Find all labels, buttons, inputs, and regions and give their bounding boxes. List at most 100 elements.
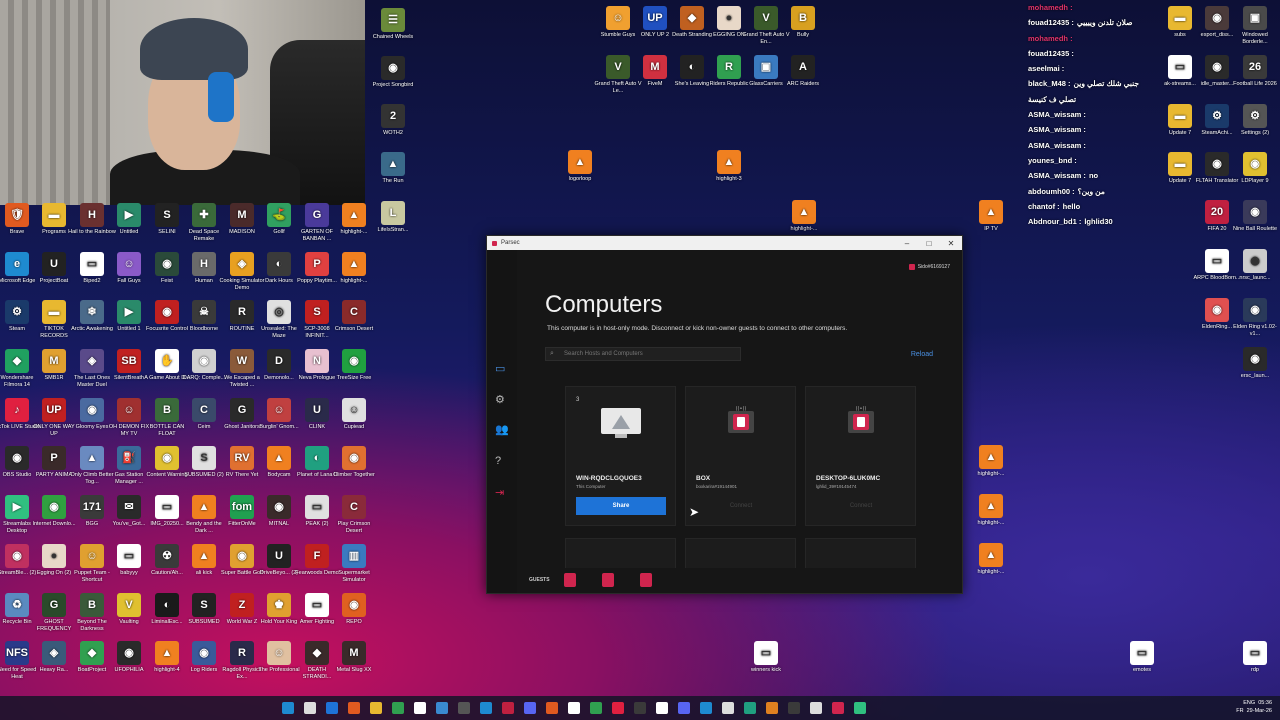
desktop-icon[interactable]: ◉ REPO (330, 593, 378, 626)
chat-message: ASMA_wissam : (1028, 138, 1158, 153)
desktop-icon[interactable]: ▲ highlight-... (967, 445, 1015, 478)
desktop-icon[interactable]: ▲ highlight-... (967, 494, 1015, 527)
desktop-icon[interactable]: ◉ Nine Ball Roulette (1231, 200, 1279, 233)
taskbar-app-icon[interactable] (590, 702, 602, 714)
share-button[interactable]: Share (576, 497, 666, 515)
desktop-icon[interactable]: ◉ Elden Ring v1.02-v1... (1231, 298, 1279, 337)
desktop-icon[interactable]: A ARC Raiders (779, 55, 827, 88)
taskbar-app-icon[interactable] (568, 702, 580, 714)
taskbar-app-icon[interactable] (414, 702, 426, 714)
app-icon: ◉ (1243, 347, 1267, 371)
taskbar-app-icon[interactable] (722, 702, 734, 714)
desktop-icon[interactable]: ☰ Chained Wheels (369, 8, 417, 41)
computer-card[interactable] (685, 538, 796, 568)
desktop-icon[interactable]: ▲ IP TV (967, 200, 1015, 233)
taskbar-app-icon[interactable] (656, 702, 668, 714)
desktop-icon[interactable]: ◉ LDPlayer 9 (1231, 152, 1279, 185)
taskbar-app-icon[interactable] (744, 702, 756, 714)
taskbar-app-icon[interactable] (392, 702, 404, 714)
system-tray[interactable]: ENG 05:36 FR 29-Mar-26 (1236, 699, 1272, 715)
taskbar-app-icon[interactable] (810, 702, 822, 714)
desktop-icon[interactable]: ▲ logorloop (556, 150, 604, 183)
desktop-icon[interactable]: ▥ Supermarket Simulator (330, 544, 378, 583)
desktop-icon[interactable]: ▲ highlight-... (967, 543, 1015, 576)
desktop-icon-label: Climber Together (333, 472, 375, 478)
taskbar-app-icon[interactable] (348, 702, 360, 714)
app-icon: ◉ (5, 446, 29, 470)
desktop-icon[interactable]: ◉ Project Songbird (369, 56, 417, 89)
desktop-icon[interactable]: ▭ rdp (1231, 641, 1279, 674)
friends-icon[interactable]: 👥 (495, 423, 509, 436)
desktop-icon[interactable]: ▲ highlight-3 (705, 150, 753, 183)
computer-card[interactable] (565, 538, 676, 568)
connect-button[interactable]: Connect (816, 497, 906, 515)
taskbar-app-icon[interactable] (480, 702, 492, 714)
guest-avatar-icon[interactable] (602, 573, 614, 587)
window-titlebar[interactable]: Parsec – □ ✕ (487, 236, 962, 250)
desktop-icon[interactable]: B Bully (779, 6, 827, 39)
maximize-button[interactable]: □ (918, 239, 940, 248)
desktop-icon[interactable]: C Play Crimson Desert (330, 495, 378, 534)
app-icon: ▭ (80, 252, 104, 276)
computer-card[interactable]: ((•)) BOX boxkarira#19144901 Connect (685, 386, 796, 526)
taskbar-app-icon[interactable] (370, 702, 382, 714)
computer-card[interactable] (805, 538, 916, 568)
taskbar-app-icon[interactable] (502, 702, 514, 714)
taskbar-app-icon[interactable] (524, 702, 536, 714)
app-icon: 26 (1243, 55, 1267, 79)
guest-avatar-icon[interactable] (564, 573, 576, 587)
desktop-icon[interactable]: ◉ ersc_laun... (1231, 347, 1279, 380)
help-icon[interactable]: ? (495, 455, 501, 467)
desktop-icon[interactable]: C Crimson Desert (330, 300, 378, 333)
taskbar-app-icon[interactable] (612, 702, 624, 714)
desktop-icon[interactable]: 2 WOTH2 (369, 104, 417, 137)
minimize-button[interactable]: – (896, 239, 918, 248)
desktop-icon[interactable]: M Metal Slug XX (330, 641, 378, 674)
app-icon: ❄ (80, 300, 104, 324)
search-hosts-input[interactable]: ⌕ Search Hosts and Computers (545, 347, 741, 361)
guest-avatar-icon[interactable] (640, 573, 652, 587)
account-badge[interactable]: Sido#6169127 (908, 264, 950, 270)
app-icon: ▲ (80, 446, 104, 470)
computers-nav-icon[interactable]: ▭ (495, 362, 505, 375)
desktop-icon[interactable]: ◉ Climber Together (330, 446, 378, 479)
app-icon: ✋ (155, 349, 179, 373)
desktop-icon[interactable]: ▭ winners kick (742, 641, 790, 674)
taskbar-app-icon[interactable] (854, 702, 866, 714)
settings-gear-icon[interactable]: ⚙ (495, 393, 505, 406)
desktop-icon[interactable]: ▲ highlight-... (330, 203, 378, 236)
taskbar-app-icon[interactable] (436, 702, 448, 714)
computer-card[interactable]: ((•)) DESKTOP-6LUK0MC lghlid_39#19145474 Co… (805, 386, 916, 526)
app-icon: 171 (80, 495, 104, 519)
app-icon: S (305, 300, 329, 324)
desktop-icon[interactable]: ▲ The Run (369, 152, 417, 185)
app-icon: U (305, 398, 329, 422)
reload-button[interactable]: Reload (911, 351, 933, 358)
computer-card[interactable]: 3 WIN-RQDCLGQUOE3 This Computer Share (565, 386, 676, 526)
desktop-icon[interactable]: ☺ Cupiead (330, 398, 378, 431)
logout-icon[interactable]: ⇥ (495, 486, 504, 499)
taskbar-app-icon[interactable] (546, 702, 558, 714)
taskbar-app-icon[interactable] (766, 702, 778, 714)
taskbar-app-icon[interactable] (326, 702, 338, 714)
close-button[interactable]: ✕ (940, 239, 962, 248)
taskbar-app-icon[interactable] (282, 702, 294, 714)
desktop-icon[interactable]: ▲ highlight-... (780, 200, 828, 233)
computer-icon: ((•)) (848, 406, 874, 433)
taskbar-app-icon[interactable] (634, 702, 646, 714)
desktop-icon[interactable]: 26 Football Life 2026 (1231, 55, 1279, 88)
taskbar-app-icon[interactable] (788, 702, 800, 714)
taskbar-app-icon[interactable] (304, 702, 316, 714)
taskbar-app-icon[interactable] (458, 702, 470, 714)
desktop-icon[interactable]: ▭ emotes (1118, 641, 1166, 674)
app-icon: ◉ (342, 446, 366, 470)
taskbar-app-icon[interactable] (832, 702, 844, 714)
desktop-icon[interactable]: ▣ Windowed Borderle... (1231, 6, 1279, 45)
desktop-icon[interactable]: ◉ nrsc_launc... (1231, 249, 1279, 282)
connect-button[interactable]: Connect (696, 497, 786, 515)
desktop-icon[interactable]: ◉ TreeSize Free (330, 349, 378, 382)
desktop-icon[interactable]: ▲ highlight-... (330, 252, 378, 285)
desktop-icon[interactable]: ⚙ Settings (2) (1231, 104, 1279, 137)
taskbar-app-icon[interactable] (700, 702, 712, 714)
taskbar-app-icon[interactable] (678, 702, 690, 714)
